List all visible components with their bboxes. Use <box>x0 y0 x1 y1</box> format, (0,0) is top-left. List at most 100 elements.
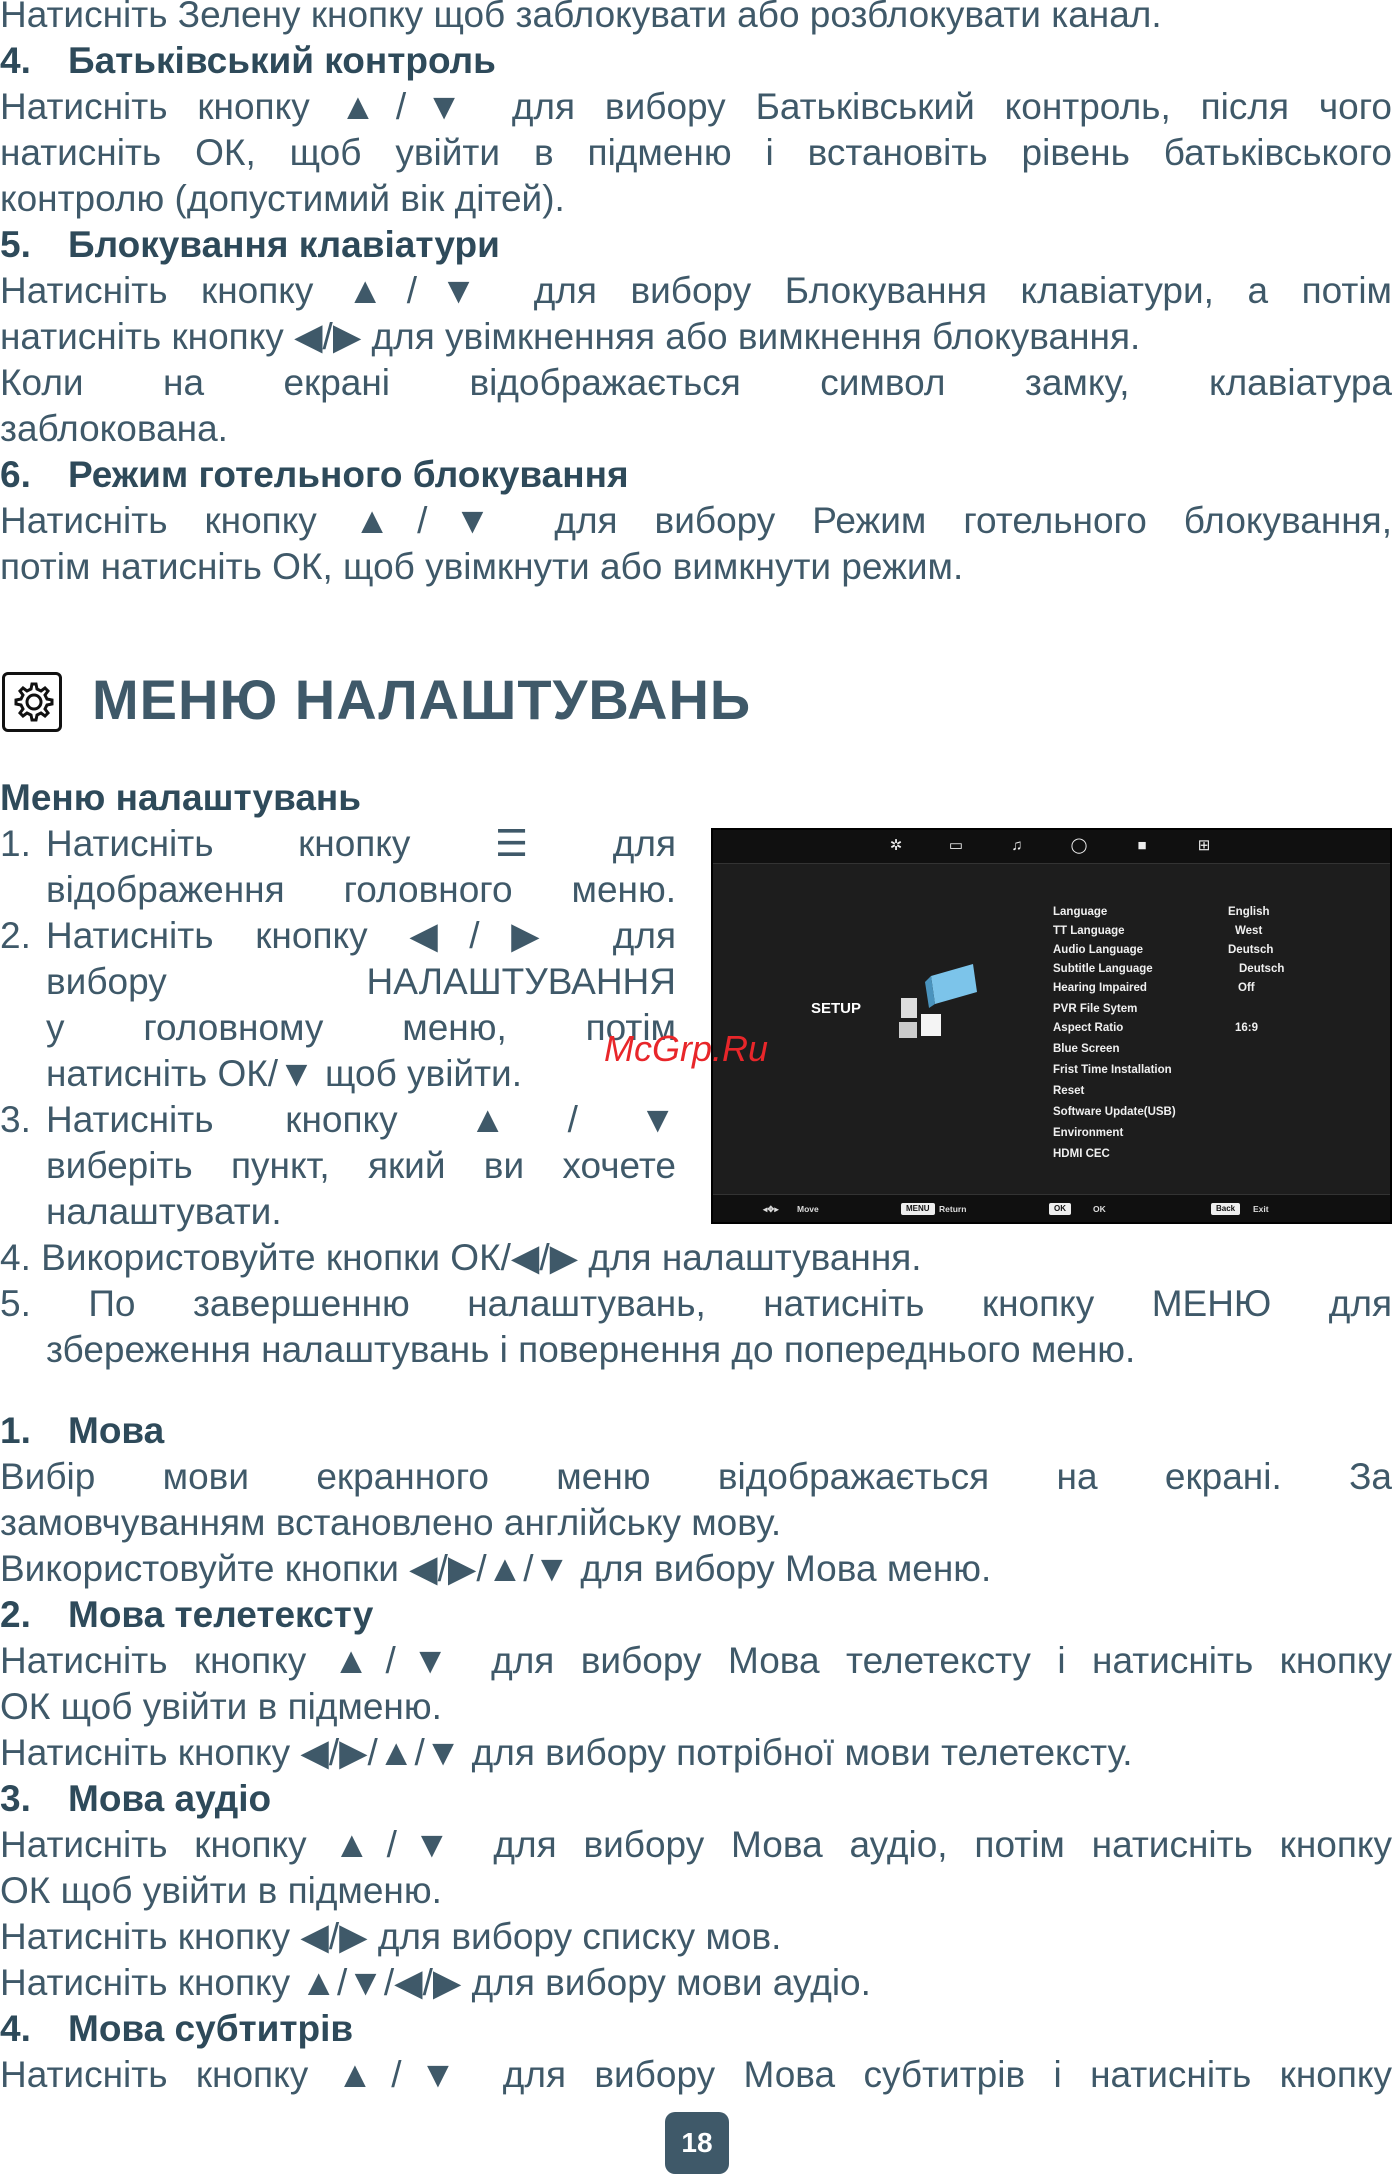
paragraph-line: заблокована. <box>0 408 228 449</box>
tv-menu-item[interactable]: Software Update(USB) <box>1053 1106 1383 1125</box>
tv-menu-label: Frist Time Installation <box>1053 1064 1172 1076</box>
tv-menu-item[interactable]: HDMI CEC <box>1053 1148 1383 1167</box>
heading-text: Режим готельного блокування <box>68 454 629 495</box>
step-text: натисніть ОК/▼ щоб увійти. <box>46 1053 522 1094</box>
heading-text: Блокування клавіатури <box>68 224 500 265</box>
settings-section-icon <box>2 672 62 732</box>
clock-icon: ◯ <box>1070 837 1088 854</box>
paragraph-line: Вибір мови екранного меню відображається… <box>0 1456 1392 1497</box>
heading-teletext-language: 2. Мова телетексту <box>0 1592 1392 1638</box>
step-text: Натисніть кнопку ☰ для <box>46 823 676 864</box>
tv-bottom-hint-bar: ◂✥▸ Move MENU Return OK OK Back Exit <box>713 1194 1390 1222</box>
step-text: відображення головного меню. <box>46 869 676 910</box>
page-number: 18 <box>665 2112 729 2174</box>
tv-menu-label: Subtitle Language <box>1053 963 1153 975</box>
heading-number: 4. <box>0 40 31 81</box>
tv-menu-item[interactable]: TT Language West <box>1053 925 1383 944</box>
monitor-icon: ▭ <box>948 837 964 854</box>
tv-menu-value: 16:9 <box>1235 1022 1259 1034</box>
step-text: у головному меню, потім <box>46 1007 676 1048</box>
heading-hotel-lock: 6. Режим готельного блокування <box>0 452 1392 498</box>
gear-icon <box>14 682 54 722</box>
step-line: 5. По завершенню налаштувань, натисніть … <box>0 1283 1392 1324</box>
step-number: 2. <box>0 915 31 956</box>
paragraph-line: ОК щоб увійти в підменю. <box>0 1870 442 1911</box>
paragraph-line: потім натисніть ОК, щоб увімкнути або ви… <box>0 546 964 587</box>
subsection-title: Меню налаштувань <box>0 777 362 818</box>
paragraph-line: Натисніть кнопку ▲/▼/◀/▶ для вибору мови… <box>0 1962 871 2003</box>
tv-menu-item[interactable]: Blue Screen <box>1053 1043 1383 1062</box>
heading-parental-control: 4. Батьківський контроль <box>0 38 1392 84</box>
move-arrows-icon: ◂✥▸ <box>763 1204 779 1214</box>
paragraph-line: Натисніть Зелену кнопку щоб заблокувати … <box>0 0 1162 35</box>
paragraph-line: Натисніть кнопку ▲/▼ для вибору Режим го… <box>0 500 1392 541</box>
tv-setup-screenshot: ✲ ▭ ♫ ◯ ■ ⊞ SETUP Language English TT Lan… <box>711 828 1392 1224</box>
paragraph-line: Використовуйте кнопки ◀/▶/▲/▼ для вибору… <box>0 1548 992 1589</box>
apps-icon: ⊞ <box>1197 837 1211 854</box>
tv-menu-label: HDMI CEC <box>1053 1148 1110 1160</box>
tv-menu-label: Blue Screen <box>1053 1043 1120 1055</box>
ok-hint: OK <box>1093 1204 1106 1214</box>
paragraph-line: Натисніть кнопку ▲/▼ для вибору Мова суб… <box>0 2054 1392 2095</box>
tv-menu-label: Hearing Impaired <box>1053 982 1147 994</box>
heading-subtitle-language: 4. Мова субтитрів <box>0 2006 1392 2052</box>
paragraph-line: Коли на екрані відображається символ зам… <box>0 362 1392 403</box>
tv-menu-value: Deutsch <box>1239 963 1285 975</box>
heading-number: 6. <box>0 454 31 495</box>
paragraph-line: Натисніть кнопку ◀/▶ для вибору списку м… <box>0 1916 782 1957</box>
tv-menu-label: Aspect Ratio <box>1053 1022 1124 1034</box>
setup-cube-icon <box>899 964 977 1038</box>
tv-menu-item[interactable]: Subtitle Language Deutsch <box>1053 963 1383 982</box>
tv-setup-label: SETUP <box>811 1000 862 1017</box>
tv-menu-label: Software Update(USB) <box>1053 1106 1176 1118</box>
heading-text: Батьківський контроль <box>68 40 496 81</box>
back-button-badge: Back <box>1211 1203 1241 1215</box>
paragraph-line: натисніть кнопку ◀/▶ для увімкненняя або… <box>0 316 1141 357</box>
watermark: McGrp.Ru <box>604 1028 769 1069</box>
tv-menu-label: Language <box>1053 906 1108 918</box>
step-line: 4. Використовуйте кнопки ОК/◀/▶ для нала… <box>0 1237 922 1278</box>
heading-number: 4. <box>0 2008 31 2049</box>
menu-button-badge: MENU <box>901 1203 935 1215</box>
tv-menu-label: Reset <box>1053 1085 1085 1097</box>
section-title: МЕНЮ НАЛАШТУВАНЬ <box>92 668 752 731</box>
paragraph-line: ОК щоб увійти в підменю. <box>0 1686 442 1727</box>
heading-number: 1. <box>0 1410 31 1451</box>
return-hint: Return <box>939 1204 967 1214</box>
paragraph-line: контролю (допустимий вік дітей). <box>0 178 565 219</box>
heading-keyboard-lock: 5. Блокування клавіатури <box>0 222 1392 268</box>
music-icon: ♫ <box>1011 837 1023 854</box>
tv-menu-item[interactable]: PVR File Sytem <box>1053 1003 1383 1022</box>
heading-text: Мова субтитрів <box>68 2008 354 2049</box>
exit-hint: Exit <box>1253 1204 1269 1214</box>
tv-menu-label: TT Language <box>1053 925 1125 937</box>
tv-setup-menu-list: Language English TT Language West Audio La… <box>1053 906 1383 1167</box>
step-number: 3. <box>0 1099 31 1140</box>
paragraph-line: Натисніть кнопку ◀/▶/▲/▼ для вибору потр… <box>0 1732 1133 1773</box>
heading-language: 1. Мова <box>0 1408 1392 1454</box>
tv-menu-value: West <box>1235 925 1263 937</box>
tv-menu-item[interactable]: Language English <box>1053 906 1383 925</box>
tv-menu-item[interactable]: Environment <box>1053 1127 1383 1146</box>
step-text: налаштувати. <box>46 1191 282 1232</box>
heading-audio-language: 3. Мова аудіо <box>0 1776 1392 1822</box>
tv-menu-item[interactable]: Frist Time Installation <box>1053 1064 1383 1083</box>
tv-menu-item[interactable]: Hearing Impaired Off <box>1053 982 1383 1001</box>
paragraph-line: замовчуванням встановлено англійську мов… <box>0 1502 782 1543</box>
tv-top-menu-bar: ✲ ▭ ♫ ◯ ■ ⊞ <box>713 830 1390 864</box>
heading-number: 5. <box>0 224 31 265</box>
tv-menu-label: PVR File Sytem <box>1053 1003 1138 1015</box>
tv-menu-item[interactable]: Aspect Ratio 16:9 <box>1053 1022 1383 1041</box>
tv-menu-label: Audio Language <box>1053 944 1144 956</box>
paragraph-line: натисніть ОК, щоб увійти в підменю і вст… <box>0 132 1392 173</box>
step-text: вибору НАЛАШТУВАННЯ <box>46 961 676 1002</box>
heading-text: Мова телетексту <box>68 1594 374 1635</box>
move-hint: Move <box>797 1204 819 1214</box>
paragraph-line: Натисніть кнопку ▲/▼ для вибору Мова ауд… <box>0 1824 1392 1865</box>
step-line: збереження налаштувань і повернення до п… <box>46 1329 1136 1370</box>
tv-menu-item[interactable]: Reset <box>1053 1085 1383 1104</box>
step-text: виберіть пункт, який ви хочете <box>46 1145 676 1186</box>
heading-number: 2. <box>0 1594 31 1635</box>
tv-menu-value: Off <box>1238 982 1255 994</box>
tv-menu-item[interactable]: Audio Language Deutsch <box>1053 944 1383 963</box>
